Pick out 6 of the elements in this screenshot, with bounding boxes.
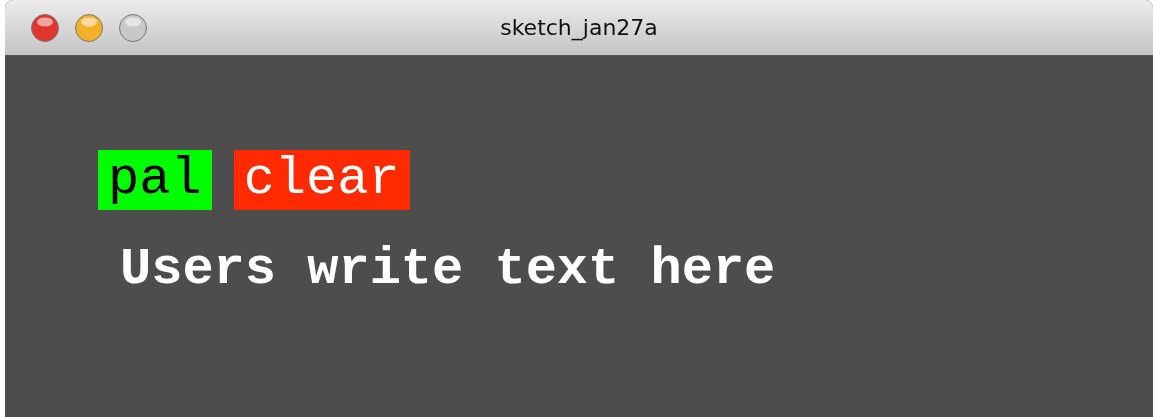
canvas-text: Users write text here: [120, 240, 776, 300]
window-title: sketch_jan27a: [500, 15, 658, 40]
close-icon[interactable]: [30, 12, 60, 43]
sketch-button[interactable]: clear: [233, 150, 410, 210]
minimize-icon[interactable]: [74, 12, 104, 43]
sketch-button[interactable]: pal: [98, 150, 212, 210]
